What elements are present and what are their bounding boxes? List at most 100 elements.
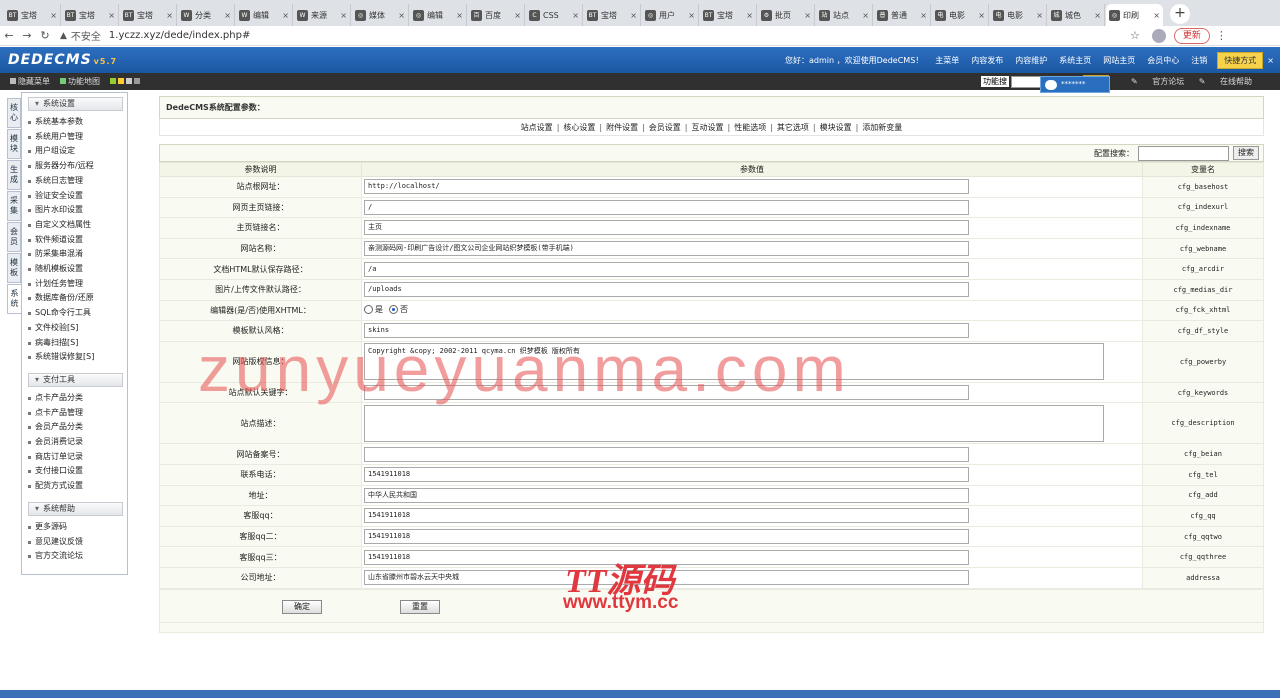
sidebar-item[interactable]: 验证安全设置	[22, 189, 127, 204]
config-nav-link[interactable]: 会员设置	[649, 123, 681, 132]
sidebar-item[interactable]: 更多源码	[22, 520, 127, 535]
browser-tab[interactable]: ◎ 用户 ×	[642, 4, 699, 26]
param-input[interactable]: /uploads	[364, 282, 969, 298]
vertical-tab[interactable]: 模块	[7, 129, 21, 159]
config-nav-link[interactable]: 互动设置	[692, 123, 724, 132]
sidebar-item[interactable]: 用户组设定	[22, 144, 127, 159]
param-input[interactable]: 亲测源码网-印刷广告设计/图文公司企业网站织梦模板(带手机端)	[364, 241, 969, 257]
sidebar-item[interactable]: 文件校验[S]	[22, 321, 127, 336]
online-help-link[interactable]: ✎ 在线帮助	[1199, 77, 1252, 86]
sidebar-item[interactable]: 服务器分布/远程	[22, 159, 127, 174]
param-input[interactable]: 山东省滕州市碧水云天中央城	[364, 570, 969, 586]
sidebar-item[interactable]: 数据库备份/还原	[22, 291, 127, 306]
vertical-tab[interactable]: 核心	[7, 98, 21, 128]
sidebar-item[interactable]: 病毒扫描[S]	[22, 336, 127, 351]
header-link[interactable]: 会员中心	[1147, 56, 1179, 65]
browser-tab[interactable]: ◎ 编辑 ×	[410, 4, 467, 26]
sidebar-group-header[interactable]: ▾ 支付工具	[28, 372, 123, 387]
browser-tab[interactable]: 站站点 ×	[816, 4, 873, 26]
close-tab-icon[interactable]: ×	[1094, 11, 1101, 20]
close-tab-icon[interactable]: ×	[804, 11, 811, 20]
browser-tab[interactable]: W 来源 ×	[294, 4, 351, 26]
sidebar-item[interactable]: 计划任务管理	[22, 277, 127, 292]
param-input[interactable]: 1541911018	[364, 508, 969, 524]
close-tab-icon[interactable]: ×	[630, 11, 637, 20]
update-button[interactable]: 更新	[1173, 27, 1210, 44]
new-tab-button[interactable]: +	[1170, 4, 1190, 24]
close-tab-icon[interactable]: ×	[1036, 11, 1043, 20]
param-input[interactable]: skins	[364, 323, 969, 339]
close-icon[interactable]: ×	[1267, 56, 1274, 65]
sidebar-item[interactable]: 配货方式设置	[22, 479, 127, 494]
param-input[interactable]	[364, 385, 969, 401]
kebab-menu-icon[interactable]: ⋮	[1216, 29, 1227, 42]
close-tab-icon[interactable]: ×	[50, 11, 57, 20]
header-link[interactable]: 系统主页	[1059, 56, 1091, 65]
sidebar-item[interactable]: SQL命令行工具	[22, 306, 127, 321]
sidebar-item[interactable]: 自定义文档属性	[22, 218, 127, 233]
sidebar-item[interactable]: 会员产品分类	[22, 420, 127, 435]
close-tab-icon[interactable]: ×	[746, 11, 753, 20]
param-textarea[interactable]	[364, 404, 1104, 442]
sidebar-item[interactable]: 随机模板设置	[22, 262, 127, 277]
close-tab-icon[interactable]: ×	[456, 11, 463, 20]
cloud-popup[interactable]: *******	[1040, 76, 1110, 93]
config-nav-link[interactable]: 添加新变量	[862, 123, 902, 132]
config-search-button[interactable]: 搜索	[1233, 146, 1259, 160]
config-nav-link[interactable]: 附件设置	[606, 123, 638, 132]
url-field[interactable]: ▲ 不安全 1.yczz.xyz/dede/index.php#	[60, 27, 1120, 44]
header-link[interactable]: 注销	[1191, 56, 1207, 65]
vertical-tab[interactable]: 生成	[7, 160, 21, 190]
sidebar-item[interactable]: 系统错误修复[S]	[22, 350, 127, 365]
sidebar-item[interactable]: 软件频道设置	[22, 233, 127, 248]
close-tab-icon[interactable]: ×	[282, 11, 289, 20]
close-tab-icon[interactable]: ×	[108, 11, 115, 20]
sidebar-item[interactable]: 系统基本参数	[22, 115, 127, 130]
browser-tab[interactable]: BT 宝塔 ×	[584, 4, 641, 26]
ok-button[interactable]: 确定	[282, 599, 322, 614]
reload-icon[interactable]: ↻	[36, 29, 54, 42]
official-forum-link[interactable]: ✎ 官方论坛	[1131, 77, 1184, 86]
header-link[interactable]: 内容发布	[971, 56, 1003, 65]
header-link[interactable]: 网站主页	[1103, 56, 1135, 65]
param-input[interactable]: http://localhost/	[364, 179, 969, 195]
close-tab-icon[interactable]: ×	[978, 11, 985, 20]
close-tab-icon[interactable]: ×	[572, 11, 579, 20]
sidebar-item[interactable]: 防采集串混淆	[22, 247, 127, 262]
browser-tab[interactable]: ◎ 印刷 ×	[1106, 4, 1163, 26]
browser-tab[interactable]: 百百度 ×	[468, 4, 525, 26]
vertical-tab[interactable]: 系统	[7, 284, 21, 314]
param-input[interactable]: /	[364, 199, 969, 215]
browser-tab[interactable]: BT 宝塔 ×	[4, 4, 61, 26]
browser-tab[interactable]: W 编辑 ×	[236, 4, 293, 26]
sidebar-item[interactable]: 会员消费记录	[22, 435, 127, 450]
param-input[interactable]: 1541911018	[364, 467, 969, 483]
header-link[interactable]: 内容维护	[1015, 56, 1047, 65]
browser-tab[interactable]: ⚙ 批页 ×	[758, 4, 815, 26]
sidebar-item[interactable]: 支付接口设置	[22, 464, 127, 479]
browser-tab[interactable]: ◎ 媒体 ×	[352, 4, 409, 26]
sidebar-item[interactable]: 商店订单记录	[22, 450, 127, 465]
skin-swatches[interactable]	[110, 77, 142, 86]
browser-tab[interactable]: C CSS ×	[526, 4, 583, 26]
close-tab-icon[interactable]: ×	[920, 11, 927, 20]
param-input[interactable]: /a	[364, 261, 969, 277]
reset-button[interactable]: 重置	[400, 599, 440, 614]
config-nav-link[interactable]: 其它选项	[777, 123, 809, 132]
param-input[interactable]: 1541911018	[364, 529, 969, 545]
browser-tab[interactable]: BT 宝塔 ×	[700, 4, 757, 26]
param-textarea[interactable]: Copyright &copy; 2002-2011 qcyma.cn 织梦模板…	[364, 343, 1104, 381]
close-tab-icon[interactable]: ×	[1153, 11, 1160, 20]
sidebar-item[interactable]: 点卡产品分类	[22, 391, 127, 406]
vertical-tab[interactable]: 模板	[7, 253, 21, 283]
close-tab-icon[interactable]: ×	[514, 11, 521, 20]
sidebar-item[interactable]: 图片水印设置	[22, 203, 127, 218]
sidebar-item[interactable]: 系统用户管理	[22, 130, 127, 145]
close-tab-icon[interactable]: ×	[340, 11, 347, 20]
browser-tab[interactable]: 普普通 ×	[874, 4, 931, 26]
forward-icon[interactable]: →	[18, 29, 36, 42]
config-nav-link[interactable]: 站点设置	[521, 123, 553, 132]
radio-option[interactable]: 是	[364, 304, 383, 315]
bookmark-star-icon[interactable]: ☆	[1130, 29, 1140, 42]
back-icon[interactable]: ←	[0, 29, 18, 42]
